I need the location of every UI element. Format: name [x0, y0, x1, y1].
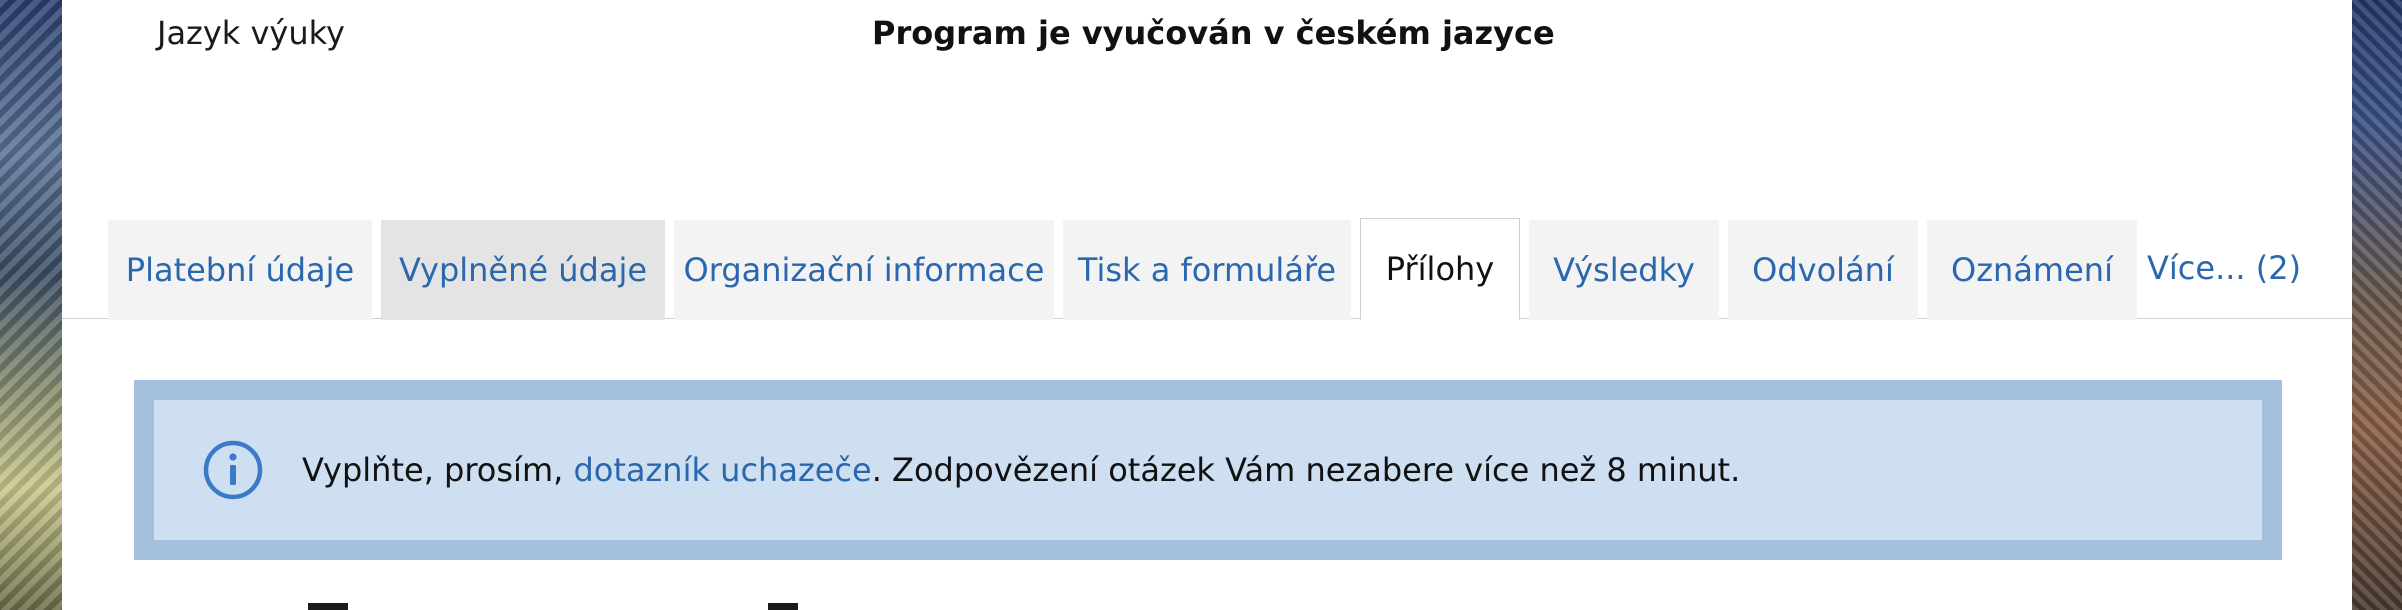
tab-print-and-forms[interactable]: Tisk a formuláře — [1063, 220, 1351, 320]
tab-payment-info[interactable]: Platební údaje — [108, 220, 372, 320]
tab-appeals[interactable]: Odvolání — [1728, 220, 1918, 320]
background-image-right — [2352, 0, 2402, 610]
main-content: Jazyk výuky Program je vyučován v českém… — [62, 0, 2352, 610]
info-alert-body: Vyplňte, prosím, dotazník uchazeče. Zodp… — [154, 400, 2262, 540]
tab-attachments[interactable]: Přílohy — [1360, 218, 1520, 320]
section-heading-cutoff — [158, 596, 858, 610]
tab-filled-data[interactable]: Vyplněné údaje — [381, 220, 665, 320]
alert-message: Vyplňte, prosím, dotazník uchazeče. Zodp… — [302, 451, 1740, 489]
alert-text-after: . Zodpovězení otázek Vám nezabere více n… — [871, 451, 1741, 489]
language-value: Program je vyučován v českém jazyce — [872, 14, 1555, 52]
info-icon — [203, 440, 263, 500]
tab-results[interactable]: Výsledky — [1529, 220, 1719, 320]
tab-organizational-info[interactable]: Organizační informace — [674, 220, 1054, 320]
language-label: Jazyk výuky — [157, 14, 345, 52]
more-tabs-button[interactable]: Více... (2) — [2147, 218, 2301, 318]
background-image-left — [0, 0, 62, 610]
tab-notifications[interactable]: Oznámení — [1927, 220, 2137, 320]
questionnaire-link[interactable]: dotazník uchazeče — [573, 451, 871, 489]
info-alert: Vyplňte, prosím, dotazník uchazeče. Zodp… — [134, 380, 2282, 560]
tab-bar: Platební údaje Vyplněné údaje Organizačn… — [108, 218, 2146, 320]
alert-text-before: Vyplňte, prosím, — [302, 451, 574, 489]
